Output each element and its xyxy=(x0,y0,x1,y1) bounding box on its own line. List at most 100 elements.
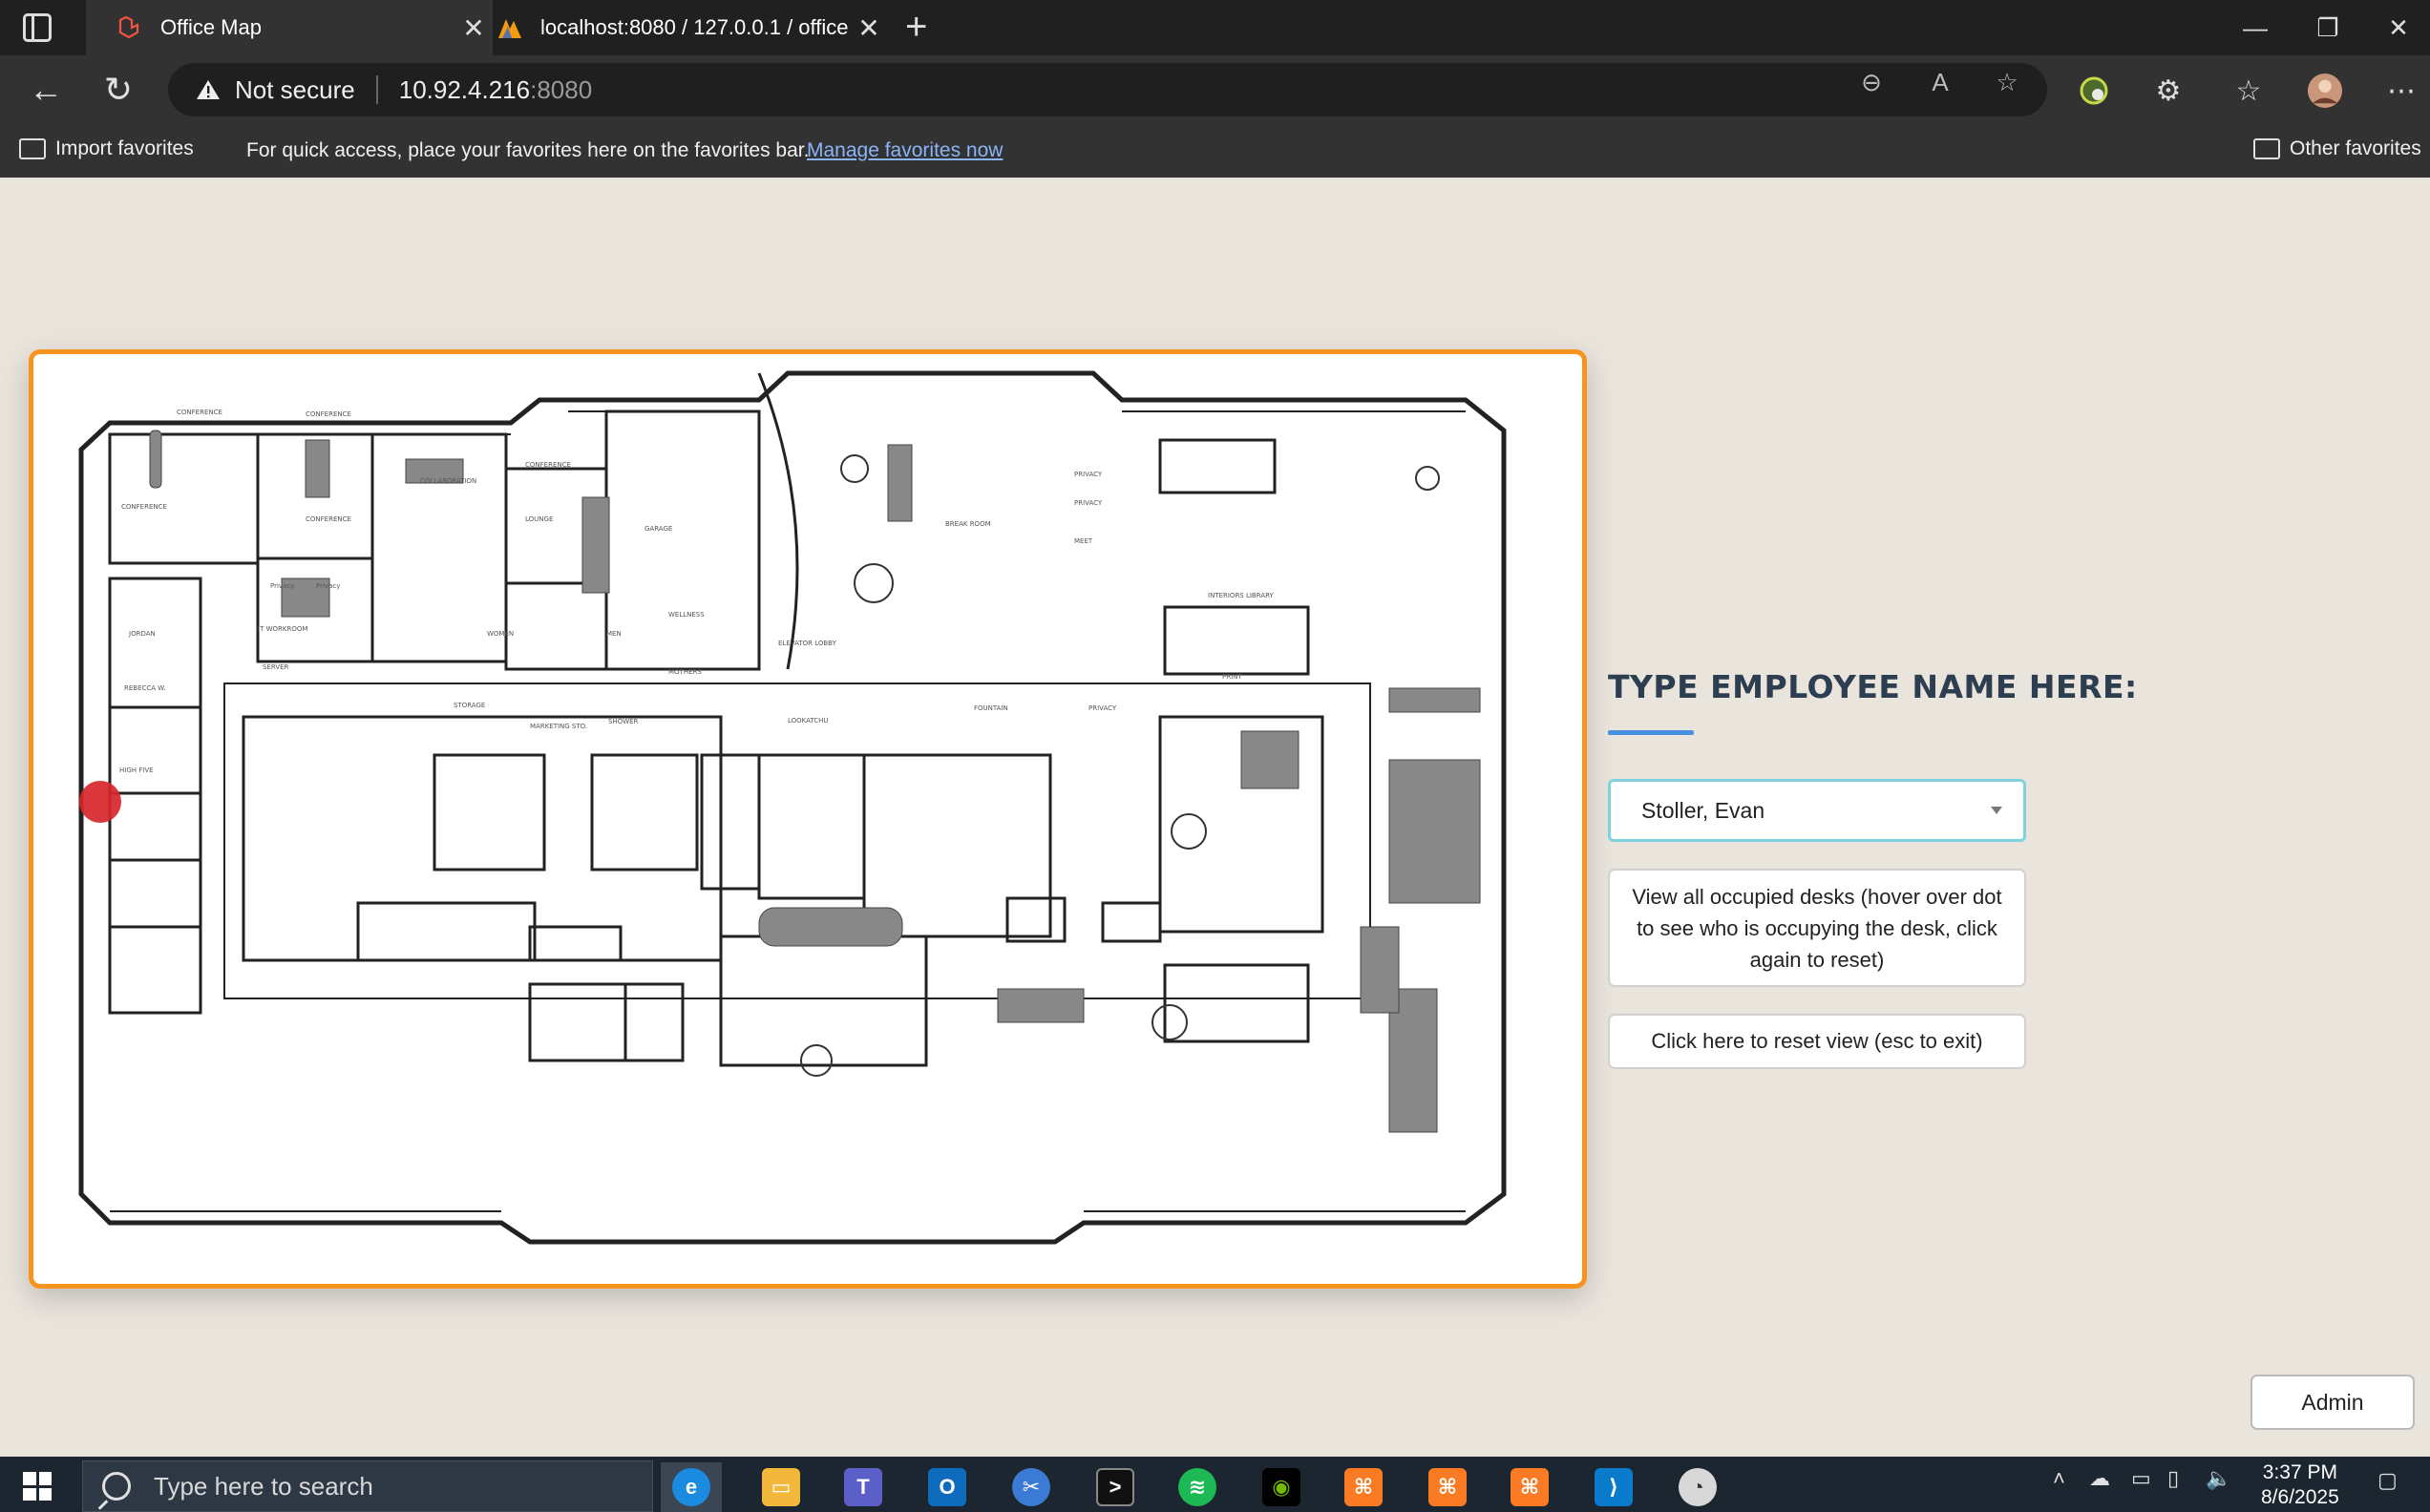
room-label: PRIVACY xyxy=(1074,471,1103,478)
import-favorites-button[interactable]: Import favorites xyxy=(19,137,194,160)
screen: Office Map ✕ localhost:8080 / 127.0.0.1 … xyxy=(0,0,2430,1512)
address-bar[interactable]: Not secure 10.92.4.216 :8080 xyxy=(168,63,2047,116)
clock-time: 3:37 PM xyxy=(2262,1461,2337,1483)
view-occupied-desks-button[interactable]: View all occupied desks (hover over dot … xyxy=(1608,869,2026,987)
employee-search-panel: TYPE EMPLOYEE NAME HERE: Stoller, Evan V… xyxy=(1608,668,2138,1069)
url-port: :8080 xyxy=(530,74,593,104)
tab-office-map[interactable]: Office Map ✕ xyxy=(86,0,493,55)
room-label: Privacy xyxy=(316,582,340,590)
battery-icon[interactable]: ▭ xyxy=(2131,1466,2151,1491)
import-icon xyxy=(19,138,46,159)
folder-icon xyxy=(2253,138,2280,159)
occupied-desk-dot[interactable] xyxy=(79,781,121,823)
terminal-icon[interactable]: > xyxy=(1085,1462,1146,1512)
tab-label: localhost:8080 / 127.0.0.1 / officem xyxy=(540,15,850,39)
favorite-star-icon[interactable]: ☆ xyxy=(1990,65,2024,99)
room-label: FOUNTAIN xyxy=(974,704,1008,712)
manage-favorites-link[interactable]: Manage favorites now xyxy=(807,139,1003,162)
zoom-out-icon[interactable]: ⊖ xyxy=(1854,65,1889,99)
room-label: STORAGE xyxy=(454,702,485,709)
close-tab-icon[interactable]: ✕ xyxy=(850,12,888,44)
windows-taskbar: Type here to search e ▭ T O ✂ > ≋ ◉ ⌘ ⌘ … xyxy=(0,1457,2430,1512)
room-label: CONFERENCE xyxy=(177,409,222,416)
file-explorer-icon[interactable]: ▭ xyxy=(750,1462,812,1512)
tab-actions-icon[interactable] xyxy=(23,13,52,42)
admin-button[interactable]: Admin xyxy=(2250,1375,2415,1430)
xampp-icon[interactable]: ⌘ xyxy=(1499,1462,1560,1512)
tab-phpmyadmin[interactable]: localhost:8080 / 127.0.0.1 / officem ✕ xyxy=(493,0,888,55)
room-label: MARKETING STO. xyxy=(530,723,587,730)
restore-icon[interactable]: ❐ xyxy=(2288,0,2368,55)
separator xyxy=(375,75,378,104)
employee-select[interactable]: Stoller, Evan xyxy=(1608,779,2026,842)
nvidia-icon[interactable]: ◉ xyxy=(1251,1462,1312,1512)
favorites-icon[interactable]: ☆ xyxy=(2230,73,2267,109)
room-label: WELLNESS xyxy=(668,611,705,619)
back-icon[interactable]: ← xyxy=(23,67,69,113)
windows-start-icon[interactable] xyxy=(23,1472,52,1501)
room-label: REBECCA W. xyxy=(124,684,166,692)
title-underline xyxy=(1608,730,1694,735)
read-aloud-icon[interactable]: A xyxy=(1923,65,1957,99)
room-label: IT WORKROOM xyxy=(258,625,307,633)
xampp-icon[interactable]: ⌘ xyxy=(1417,1462,1478,1512)
room-label: WOMEN xyxy=(487,630,514,638)
room-label: COLLABORATION xyxy=(420,477,476,485)
chevron-up-icon[interactable]: ˄ xyxy=(2053,1466,2065,1491)
security-label[interactable]: Not secure xyxy=(235,75,355,105)
room-label: PRIVACY xyxy=(1088,704,1117,712)
disk-icon[interactable]: ◔ xyxy=(1667,1462,1728,1512)
refresh-icon[interactable]: ↻ xyxy=(95,67,141,113)
favorites-hint: For quick access, place your favorites h… xyxy=(246,139,810,161)
vscode-icon[interactable]: ⟩ xyxy=(1583,1462,1644,1512)
phpmyadmin-icon xyxy=(497,14,523,41)
outlook-icon[interactable]: O xyxy=(917,1462,978,1512)
browser-tab-bar: Office Map ✕ localhost:8080 / 127.0.0.1 … xyxy=(0,0,2430,55)
room-label: Privacy xyxy=(270,582,294,590)
teams-icon[interactable]: T xyxy=(833,1462,894,1512)
room-label: HIGH FIVE xyxy=(119,766,154,774)
minimize-icon[interactable]: — xyxy=(2215,0,2295,55)
room-label: JORDAN xyxy=(128,630,156,638)
room-label: MEN xyxy=(606,630,622,638)
panel-title: TYPE EMPLOYEE NAME HERE: xyxy=(1608,668,2138,705)
xampp-icon[interactable]: ⌘ xyxy=(1333,1462,1394,1512)
room-label: SERVER xyxy=(263,663,289,671)
volume-icon[interactable]: 🔈 xyxy=(2206,1466,2231,1491)
taskbar-search[interactable]: Type here to search xyxy=(82,1460,653,1512)
laravel-icon xyxy=(116,14,143,41)
room-label: ELEVATOR LOBBY xyxy=(778,640,837,647)
window-close-icon[interactable]: ✕ xyxy=(2358,0,2430,55)
close-tab-icon[interactable]: ✕ xyxy=(454,12,493,44)
room-label: GARAGE xyxy=(644,525,672,533)
tab-label: Office Map xyxy=(160,15,262,39)
url-host: 10.92.4.216 xyxy=(398,74,531,104)
room-label: SHOWER xyxy=(608,718,639,725)
other-favorites-button[interactable]: Other favorites xyxy=(2253,137,2421,160)
search-placeholder: Type here to search xyxy=(154,1471,373,1501)
snipping-tool-icon[interactable]: ✂ xyxy=(1001,1462,1062,1512)
room-label: CONFERENCE xyxy=(306,515,351,523)
view-occupied-desks-label: View all occupied desks (hover over dot … xyxy=(1632,884,2002,972)
edge-icon[interactable]: e xyxy=(661,1462,722,1512)
avatar[interactable] xyxy=(2307,73,2343,109)
extensions-puzzle-icon[interactable]: ⚙ xyxy=(2150,73,2187,109)
office-map[interactable]: CONFERENCE CONFERENCE CONFERENCE CONFERE… xyxy=(29,349,1587,1289)
room-label: LOUNGE xyxy=(525,515,553,523)
onedrive-icon[interactable]: ☁ xyxy=(2089,1466,2110,1491)
room-label: INTERIORS LIBRARY xyxy=(1208,592,1275,599)
new-tab-icon[interactable]: + xyxy=(905,6,927,48)
more-menu-icon[interactable]: ⋯ xyxy=(2383,73,2419,109)
network-icon[interactable]: ▯ xyxy=(2167,1466,2179,1491)
browser-toolbar: ← ↻ Not secure 10.92.4.216 :8080 ⊖ A ☆ ⚙… xyxy=(0,55,2430,124)
notifications-icon[interactable]: ▢ xyxy=(2377,1468,2398,1493)
extension-icon[interactable] xyxy=(2076,73,2112,109)
warning-icon[interactable] xyxy=(195,76,222,103)
clock-date: 8/6/2025 xyxy=(2261,1486,2339,1508)
room-label: CONFERENCE xyxy=(121,503,167,511)
admin-label: Admin xyxy=(2301,1389,2364,1415)
room-label: CONFERENCE xyxy=(306,410,351,418)
spotify-icon[interactable]: ≋ xyxy=(1167,1462,1228,1512)
taskbar-clock[interactable]: 3:37 PM 8/6/2025 xyxy=(2261,1460,2339,1510)
reset-view-button[interactable]: Click here to reset view (esc to exit) xyxy=(1608,1014,2026,1069)
